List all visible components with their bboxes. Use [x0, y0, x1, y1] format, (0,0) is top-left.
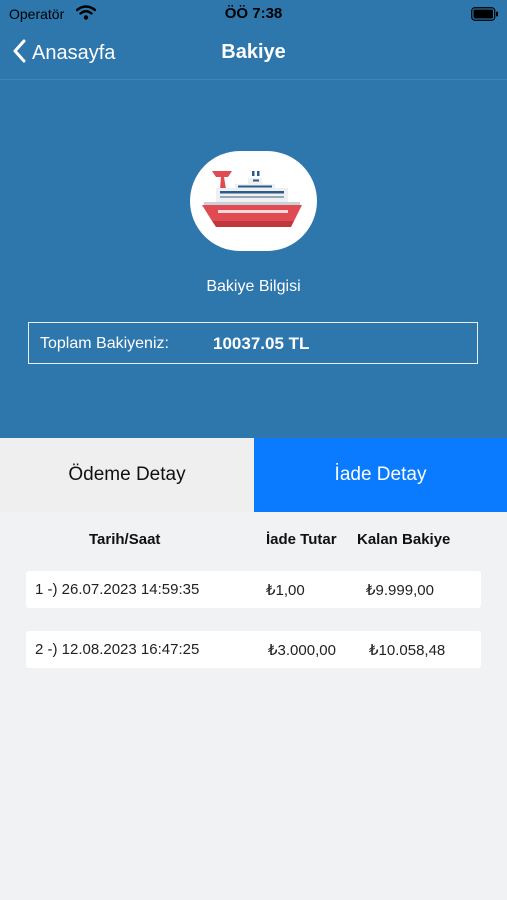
- detail-tabs: Ödeme Detay İade Detay: [0, 438, 507, 512]
- ship-icon: [190, 151, 317, 251]
- table-row[interactable]: 1 -) 26.07.2023 14:59:35 ₺1,00 ₺9.999,00: [26, 571, 481, 608]
- table-row[interactable]: 2 -) 12.08.2023 16:47:25 ₺3.000,00 ₺10.0…: [26, 631, 481, 668]
- battery-icon: [471, 7, 499, 26]
- total-balance-box: Toplam Bakiyeniz: 10037.05 TL: [28, 322, 478, 364]
- row-refund-amount: ₺3.000,00: [268, 642, 336, 659]
- tab-refund-detail[interactable]: İade Detay: [254, 438, 507, 512]
- row-date: 1 -) 26.07.2023 14:59:35: [35, 581, 200, 598]
- total-balance-value: 10037.05 TL: [213, 334, 310, 353]
- row-remaining-balance: ₺9.999,00: [366, 582, 434, 599]
- row-refund-amount: ₺1,00: [266, 582, 305, 599]
- column-header-refund-amount: İade Tutar: [266, 531, 337, 548]
- status-time: ÖÖ 7:38: [224, 5, 283, 22]
- column-header-date: Tarih/Saat: [89, 531, 161, 548]
- tab-payment-detail[interactable]: Ödeme Detay: [0, 438, 254, 512]
- header-panel: Operatör ÖÖ 7:38 Anasayfa Bakiye Bakiye …: [0, 0, 507, 438]
- total-balance-label: Toplam Bakiyeniz:: [40, 335, 169, 352]
- navigation-bar: Anasayfa Bakiye: [0, 28, 507, 80]
- column-header-remaining-balance: Kalan Bakiye: [357, 531, 451, 548]
- row-remaining-balance: ₺10.058,48: [369, 642, 446, 659]
- row-date: 2 -) 12.08.2023 16:47:25: [35, 641, 200, 658]
- status-bar: Operatör ÖÖ 7:38: [0, 0, 507, 28]
- balance-caption: Bakiye Bilgisi: [206, 278, 301, 295]
- page-title: Bakiye: [221, 41, 286, 63]
